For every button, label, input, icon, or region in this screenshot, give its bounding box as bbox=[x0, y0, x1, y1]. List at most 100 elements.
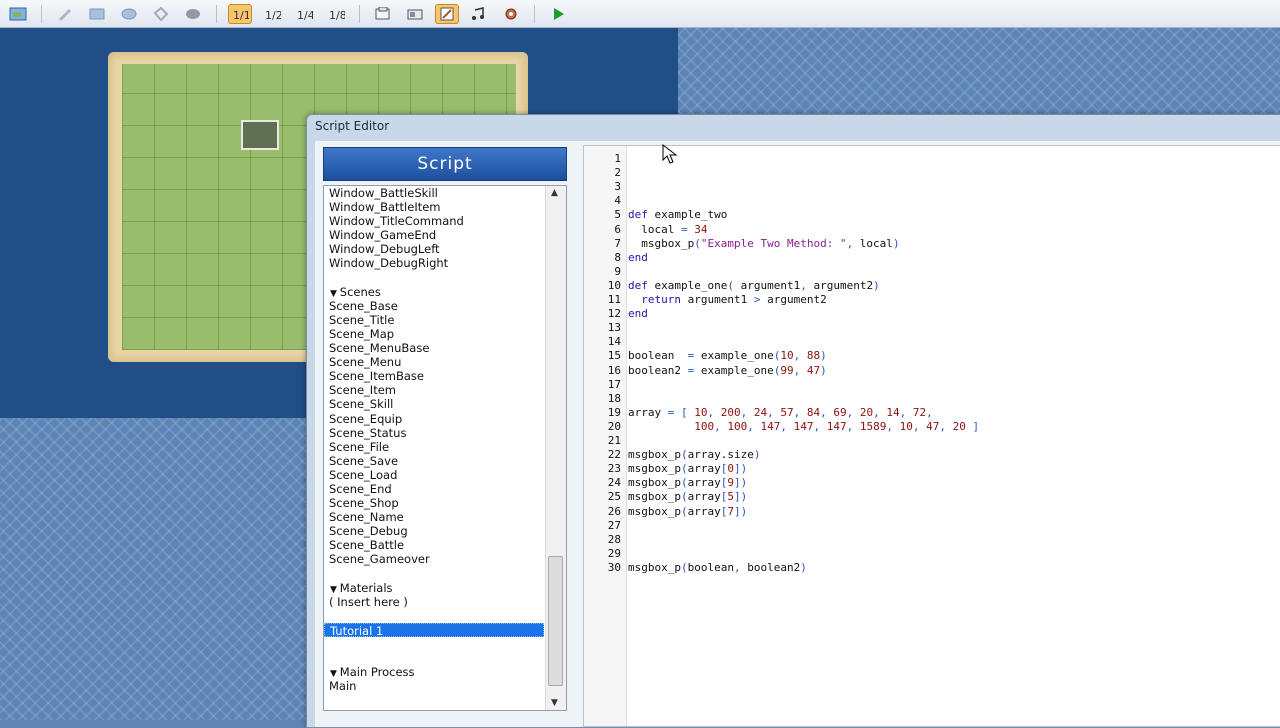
script-list-item-selected[interactable]: Tutorial 1 bbox=[324, 622, 544, 638]
script-list-item[interactable]: Scene_Load bbox=[324, 468, 566, 482]
script-list[interactable]: Window_BattleSkill Window_BattleItem Windo… bbox=[323, 185, 567, 711]
code-line[interactable]: msgbox_p(boolean, boolean2) bbox=[628, 561, 807, 574]
line-number: 23 bbox=[607, 462, 621, 476]
line-number: 3 bbox=[614, 180, 621, 194]
code-line[interactable]: msgbox_p(array[5]) bbox=[628, 490, 747, 503]
empty-script-slot[interactable] bbox=[324, 637, 566, 651]
script-list-item[interactable]: Scene_Name bbox=[324, 510, 566, 524]
line-number: 21 bbox=[607, 434, 621, 447]
script-list-item[interactable]: ( Insert here ) bbox=[324, 595, 566, 609]
collapse-triangle-icon[interactable]: ▼ bbox=[330, 669, 340, 679]
code-line[interactable]: def example_one( argument1, argument2) bbox=[628, 279, 880, 292]
rectangle-icon[interactable] bbox=[85, 4, 109, 24]
line-number: 17 bbox=[607, 377, 621, 391]
collapse-triangle-icon[interactable]: ▼ bbox=[330, 289, 340, 299]
line-number: 14 bbox=[607, 335, 621, 349]
resource-manager-icon[interactable] bbox=[403, 4, 427, 24]
line-number: 13 bbox=[607, 321, 621, 335]
code-line[interactable]: msgbox_p(array[9]) bbox=[628, 476, 747, 489]
svg-text:1/8: 1/8 bbox=[329, 9, 345, 21]
toolbar-separator bbox=[41, 4, 42, 23]
sound-test-icon[interactable] bbox=[467, 4, 491, 24]
code-line[interactable]: msgbox_p(array.size) bbox=[628, 448, 760, 461]
code-line[interactable]: boolean2 = example_one(99, 47) bbox=[628, 364, 827, 377]
script-list-item[interactable]: Scene_Map bbox=[324, 327, 566, 341]
script-list-item[interactable]: Scene_Title bbox=[324, 313, 566, 327]
collapse-triangle-icon[interactable]: ▼ bbox=[330, 585, 340, 595]
line-number: 2 bbox=[614, 166, 621, 180]
svg-text:1/2: 1/2 bbox=[265, 9, 281, 21]
mouse-pointer-icon bbox=[662, 144, 678, 164]
script-list-item[interactable]: Scene_Status bbox=[324, 426, 566, 440]
script-list-item[interactable]: Scene_Save bbox=[324, 454, 566, 468]
code-line[interactable]: msgbox_p("Example Two Method: ", local) bbox=[628, 237, 899, 250]
script-list-item[interactable]: Window_DebugRight bbox=[324, 256, 566, 270]
code-line[interactable]: end bbox=[628, 307, 648, 320]
line-number: 28 bbox=[607, 532, 621, 546]
script-panel-header: Script bbox=[323, 147, 567, 181]
script-list-item[interactable]: Window_GameEnd bbox=[324, 228, 566, 242]
script-list-item[interactable]: Window_TitleCommand bbox=[324, 214, 566, 228]
script-list-item[interactable]: Main bbox=[324, 679, 566, 693]
line-number: 7 bbox=[614, 236, 621, 250]
script-list-item[interactable]: Scene_End bbox=[324, 482, 566, 496]
line-number: 15 bbox=[607, 349, 621, 363]
map-icon[interactable] bbox=[6, 4, 30, 24]
script-section-header[interactable]: ▼ Materials bbox=[324, 581, 566, 595]
script-list-item[interactable]: Scene_Item bbox=[324, 383, 566, 397]
code-line[interactable]: def example_two bbox=[628, 208, 727, 221]
zoom-1-2-icon[interactable]: 1/2 bbox=[260, 4, 284, 24]
code-line[interactable]: 100, 100, 147, 147, 147, 1589, 10, 47, 2… bbox=[628, 420, 979, 433]
line-number: 30 bbox=[607, 560, 621, 574]
code-line[interactable]: msgbox_p(array[0]) bbox=[628, 462, 747, 475]
script-list-item[interactable]: Window_DebugLeft bbox=[324, 242, 566, 256]
script-list-item[interactable]: Scene_Equip bbox=[324, 412, 566, 426]
line-number: 5 bbox=[614, 208, 621, 222]
zoom-1-1-icon[interactable]: 1/1 bbox=[228, 3, 252, 24]
pencil-icon[interactable] bbox=[53, 4, 77, 24]
database-icon[interactable] bbox=[371, 4, 395, 24]
script-list-item[interactable]: Scene_Base bbox=[324, 299, 566, 313]
code-editor[interactable]: 1 2 3 4 5 6 7 8 9 10 11 12 13 14 15 16 17 18 19 20 21 22 23 24 2… bbox=[583, 145, 1280, 727]
script-list-item[interactable]: Scene_Debug bbox=[324, 524, 566, 538]
scroll-down-arrow-icon[interactable]: ▼ bbox=[551, 698, 558, 708]
script-list-item[interactable]: Scene_Battle bbox=[324, 538, 566, 552]
scroll-up-arrow-icon[interactable]: ▲ bbox=[551, 188, 558, 198]
line-number: 24 bbox=[607, 476, 621, 490]
script-list-item[interactable]: Scene_Menu bbox=[324, 355, 566, 369]
script-list-item[interactable]: Scene_Shop bbox=[324, 496, 566, 510]
script-list-item[interactable]: Scene_ItemBase bbox=[324, 369, 566, 383]
zoom-1-4-icon[interactable]: 1/4 bbox=[292, 4, 316, 24]
toolbar-separator bbox=[216, 4, 217, 23]
code-line[interactable]: end bbox=[628, 251, 648, 264]
script-list-item[interactable]: Scene_Gameover bbox=[324, 552, 566, 566]
script-list-item[interactable]: Scene_Skill bbox=[324, 397, 566, 411]
code-line[interactable]: return argument1 > argument2 bbox=[628, 293, 826, 306]
script-list-item[interactable]: Window_BattleItem bbox=[324, 200, 566, 214]
line-number: 18 bbox=[607, 391, 621, 405]
line-number: 1 bbox=[614, 152, 621, 165]
script-section-header[interactable]: ▼ Scenes bbox=[324, 285, 566, 299]
shadow-pen-icon[interactable] bbox=[181, 4, 205, 24]
zoom-1-8-icon[interactable]: 1/8 bbox=[324, 4, 348, 24]
script-list-item[interactable]: Window_BattleSkill bbox=[324, 186, 566, 200]
code-line[interactable]: array = [ 10, 200, 24, 57, 84, 69, 20, 1… bbox=[628, 406, 933, 419]
script-list-item[interactable]: Scene_File bbox=[324, 440, 566, 454]
scrollbar-thumb[interactable] bbox=[548, 556, 563, 686]
ellipse-icon[interactable] bbox=[117, 4, 141, 24]
flood-fill-icon[interactable] bbox=[149, 4, 173, 24]
line-number: 12 bbox=[607, 307, 621, 321]
script-editor-icon[interactable] bbox=[435, 3, 459, 24]
playtest-icon[interactable] bbox=[546, 4, 570, 24]
code-line[interactable]: msgbox_p(array[7]) bbox=[628, 505, 747, 518]
settings-icon[interactable] bbox=[499, 4, 523, 24]
script-section-header[interactable]: ▼ Main Process bbox=[324, 665, 566, 679]
empty-script-slot[interactable] bbox=[324, 609, 566, 623]
code-line[interactable]: boolean = example_one(10, 88) bbox=[628, 349, 827, 362]
list-scrollbar[interactable]: ▲ ▼ bbox=[545, 186, 566, 710]
window-title: Script Editor bbox=[315, 119, 390, 133]
code-line[interactable]: local = 34 bbox=[628, 223, 707, 236]
script-list-item[interactable]: Scene_MenuBase bbox=[324, 341, 566, 355]
